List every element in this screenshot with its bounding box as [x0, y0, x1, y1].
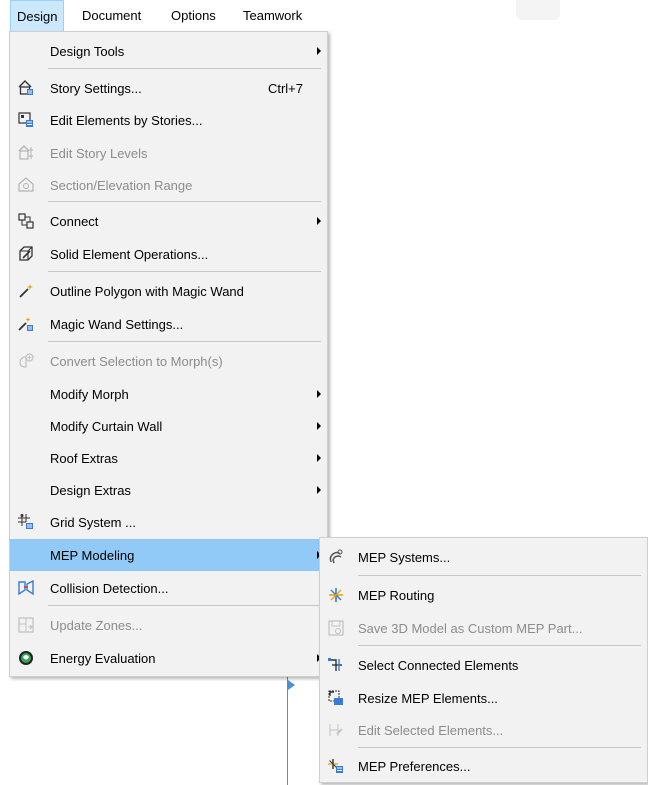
design-menu: Design Tools Story Settings... Ctrl+7 Ed… — [9, 31, 328, 677]
menu-item-edit-story-levels[interactable]: Edit Story Levels — [10, 136, 327, 170]
menubar-options[interactable]: Options — [165, 0, 222, 32]
select-connected-icon — [328, 657, 344, 673]
menubar-document[interactable]: Document — [76, 0, 147, 32]
shortcut-label: Ctrl+7 — [267, 80, 303, 96]
background-marker-icon — [288, 680, 295, 690]
menu-item-convert-selection-to-morph[interactable]: Convert Selection to Morph(s) — [10, 344, 327, 378]
solid-element-operations-icon — [18, 246, 34, 262]
magic-wand-icon — [18, 283, 34, 299]
submenu-item-select-connected-elements[interactable]: Select Connected Elements — [320, 648, 647, 682]
menu-item-edit-elements-by-stories[interactable]: Edit Elements by Stories... — [10, 104, 327, 136]
menu-item-outline-polygon-magic-wand[interactable]: Outline Polygon with Magic Wand — [10, 274, 327, 308]
edit-story-levels-icon — [18, 145, 34, 161]
story-settings-icon — [18, 80, 34, 96]
menu-item-design-extras[interactable]: Design Extras — [10, 474, 327, 506]
connect-icon — [18, 213, 34, 229]
magic-wand-settings-icon — [18, 316, 34, 332]
menu-item-energy-evaluation[interactable]: Energy Evaluation — [10, 642, 327, 674]
menu-item-update-zones[interactable]: Update Zones... — [10, 608, 327, 642]
menubar-design[interactable]: Design — [10, 0, 65, 32]
submenu-item-edit-selected-elements[interactable]: Edit Selected Elements... — [320, 714, 647, 746]
submenu-item-resize-mep-elements[interactable]: Resize MEP Elements... — [320, 682, 647, 714]
save-3d-model-icon — [328, 620, 344, 636]
mep-systems-icon — [328, 549, 344, 565]
menu-separator — [358, 747, 641, 748]
menu-item-collision-detection[interactable]: Collision Detection... — [10, 572, 327, 604]
submenu-arrow-icon — [317, 486, 321, 494]
mep-modeling-submenu: MEP Systems... MEP Routing Save 3D Model… — [319, 537, 648, 783]
menu-item-modify-curtain-wall[interactable]: Modify Curtain Wall — [10, 410, 327, 442]
submenu-item-save-3d-model-custom-mep-part[interactable]: Save 3D Model as Custom MEP Part... — [320, 612, 647, 644]
menu-item-solid-element-operations[interactable]: Solid Element Operations... — [10, 238, 327, 270]
resize-mep-icon — [328, 690, 344, 706]
menu-item-section-elevation-range[interactable]: Section/Elevation Range — [10, 170, 327, 200]
menu-item-mep-modeling[interactable]: MEP Modeling — [10, 539, 327, 571]
submenu-arrow-icon — [317, 390, 321, 398]
menubar-teamwork[interactable]: Teamwork — [237, 0, 308, 32]
submenu-arrow-icon — [317, 454, 321, 462]
convert-morph-icon — [18, 353, 34, 369]
mep-preferences-icon — [328, 758, 344, 774]
menu-item-modify-morph[interactable]: Modify Morph — [10, 378, 327, 410]
menu-item-connect[interactable]: Connect — [10, 204, 327, 238]
menu-item-design-tools[interactable]: Design Tools — [10, 34, 327, 68]
edit-elements-by-stories-icon — [18, 112, 34, 128]
menu-item-grid-system[interactable]: Grid System ... — [10, 506, 327, 538]
energy-evaluation-icon — [18, 650, 34, 666]
update-zones-icon — [18, 617, 34, 633]
menu-separator — [358, 575, 641, 576]
menu-separator — [48, 605, 321, 606]
grid-system-icon — [18, 514, 34, 530]
section-elevation-range-icon — [18, 177, 34, 193]
menu-item-story-settings[interactable]: Story Settings... Ctrl+7 — [10, 72, 327, 104]
menu-separator — [358, 645, 641, 646]
submenu-item-mep-preferences[interactable]: MEP Preferences... — [320, 750, 647, 782]
background-panel-shape — [516, 0, 560, 20]
submenu-arrow-icon — [317, 422, 321, 430]
menu-item-roof-extras[interactable]: Roof Extras — [10, 442, 327, 474]
collision-detection-icon — [18, 579, 34, 596]
edit-selected-elements-icon — [328, 722, 344, 738]
submenu-arrow-icon — [317, 217, 321, 225]
submenu-item-mep-routing[interactable]: MEP Routing — [320, 578, 647, 612]
menu-separator — [48, 201, 321, 202]
menu-separator — [48, 271, 321, 272]
background-guide-line — [287, 675, 288, 785]
mep-routing-icon — [328, 587, 344, 603]
menu-separator — [48, 68, 321, 69]
submenu-arrow-icon — [317, 47, 321, 55]
menu-separator — [48, 341, 321, 342]
menu-item-magic-wand-settings[interactable]: Magic Wand Settings... — [10, 308, 327, 340]
submenu-item-mep-systems[interactable]: MEP Systems... — [320, 540, 647, 574]
